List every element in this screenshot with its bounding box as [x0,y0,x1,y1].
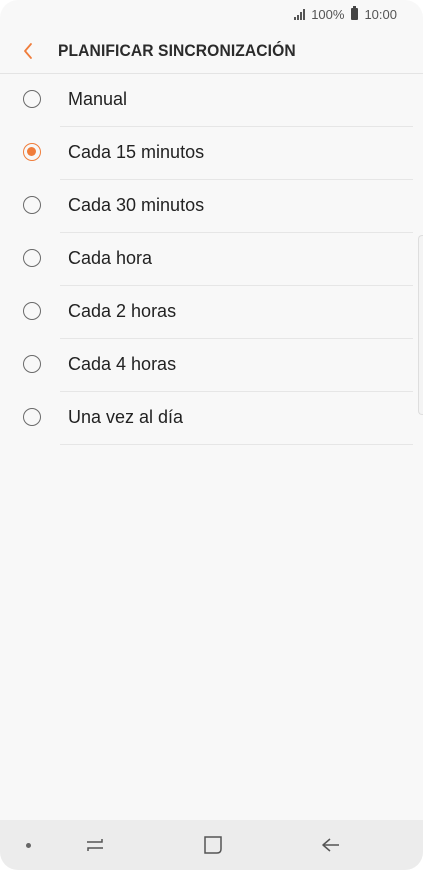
chevron-left-icon [24,42,32,59]
option-manual[interactable]: Manual [0,74,423,127]
back-arrow-icon [322,838,339,852]
radio-button[interactable] [23,355,41,373]
home-icon [204,836,222,854]
home-button[interactable] [195,830,231,860]
page-title: PLANIFICAR SINCRONIZACIÓN [58,40,296,60]
option-every-2-hours[interactable]: Cada 2 horas [0,286,423,339]
back-button[interactable] [0,28,56,73]
option-once-a-day[interactable]: Una vez al día [0,392,423,445]
option-label: Cada 2 horas [68,301,177,321]
recent-apps-icon [87,839,103,851]
clock: 10:00 [364,6,397,22]
navigation-bar [0,820,423,870]
nav-dot-indicator [26,843,31,848]
divider [60,444,413,445]
option-every-15-minutes[interactable]: Cada 15 minutos [0,127,423,180]
option-label: Cada 4 horas [68,354,177,374]
scrollbar[interactable] [418,235,423,415]
signal-icon [294,8,306,20]
radio-button-selected[interactable] [23,143,41,161]
radio-button[interactable] [23,90,41,108]
option-label: Cada 15 minutos [68,142,205,162]
radio-button[interactable] [23,249,41,267]
battery-icon [351,6,359,20]
option-label: Cada hora [68,248,153,268]
radio-button[interactable] [23,196,41,214]
sync-schedule-options: Manual Cada 15 minutos Cada 30 minutos C… [0,74,423,445]
option-label: Una vez al día [68,407,184,427]
option-every-hour[interactable]: Cada hora [0,233,423,286]
app-header: PLANIFICAR SINCRONIZACIÓN [0,28,423,74]
option-label: Manual [68,89,128,109]
option-label: Cada 30 minutos [68,195,205,215]
option-every-30-minutes[interactable]: Cada 30 minutos [0,180,423,233]
radio-button[interactable] [23,302,41,320]
option-every-4-hours[interactable]: Cada 4 horas [0,339,423,392]
status-bar: 100% 10:00 [0,0,423,28]
battery-percent: 100% [311,6,345,22]
recent-apps-button[interactable] [77,830,113,860]
back-nav-button[interactable] [313,830,349,860]
phone-screen: 100% 10:00 PLANIFICAR SINCRONIZACIÓN Man… [0,0,423,870]
radio-button[interactable] [23,408,41,426]
